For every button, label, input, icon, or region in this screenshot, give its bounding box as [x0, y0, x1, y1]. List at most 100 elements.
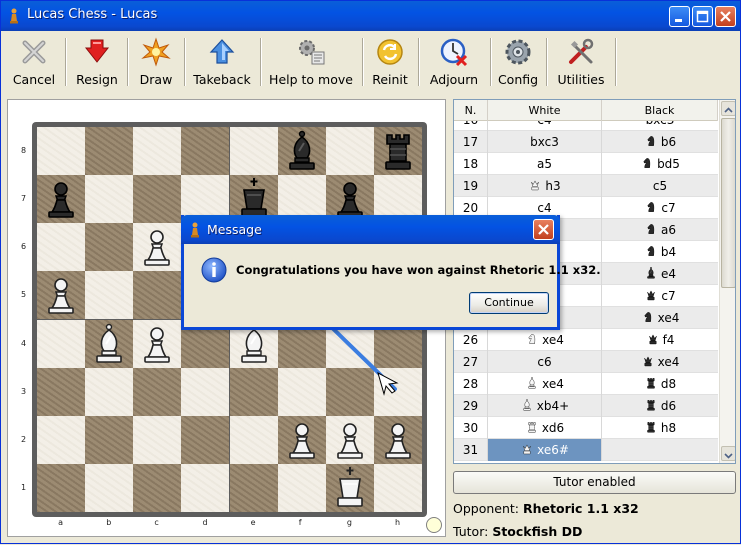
white-move[interactable]: a5 [488, 153, 602, 175]
black-pawn-a7[interactable] [37, 175, 85, 223]
square-d3[interactable] [181, 367, 230, 416]
square-a2[interactable] [37, 415, 86, 464]
scroll-down-arrow[interactable] [721, 446, 735, 461]
adjourn-button[interactable]: Adjourn [424, 34, 484, 90]
square-e8[interactable] [229, 127, 278, 176]
white-move[interactable]: c6 [488, 351, 602, 373]
white-bishop-b4[interactable] [85, 320, 133, 368]
square-h1[interactable] [373, 463, 422, 512]
black-move[interactable] [602, 439, 718, 461]
square-b8[interactable] [85, 127, 134, 176]
square-b6[interactable] [85, 223, 134, 272]
black-move[interactable]: a6 [602, 219, 718, 241]
white-pawn-g2[interactable] [326, 416, 374, 464]
square-b2[interactable] [85, 415, 134, 464]
square-g3[interactable] [325, 367, 374, 416]
square-b5[interactable] [85, 271, 134, 320]
move-row[interactable]: 18 a5 bd5 [454, 153, 718, 175]
square-e1[interactable] [229, 463, 278, 512]
square-b1[interactable] [85, 463, 134, 512]
black-move[interactable]: d8 [602, 373, 718, 395]
black-move[interactable]: d6 [602, 395, 718, 417]
white-king-g1[interactable] [326, 464, 374, 512]
black-move[interactable]: bxc3 [602, 121, 718, 131]
square-f3[interactable] [277, 367, 326, 416]
white-move[interactable]: c4 [488, 121, 602, 131]
move-row[interactable]: 31 xe6# [454, 439, 718, 461]
black-move[interactable]: c7 [602, 197, 718, 219]
black-move[interactable]: xe4 [602, 351, 718, 373]
square-a3[interactable] [37, 367, 86, 416]
black-move[interactable]: b6 [602, 131, 718, 153]
square-c2[interactable] [133, 415, 182, 464]
white-move[interactable]: xe6# [488, 439, 602, 461]
move-row[interactable]: 30 xd6 h8 [454, 417, 718, 439]
black-move[interactable]: xe4 [602, 307, 718, 329]
continue-button[interactable]: Continue [469, 292, 549, 314]
white-pawn-a5[interactable] [37, 271, 85, 319]
black-rook-h8[interactable] [374, 127, 422, 175]
white-move[interactable]: bxc3 [488, 131, 602, 153]
black-move[interactable]: b4 [602, 241, 718, 263]
black-move[interactable]: f4 [602, 329, 718, 351]
move-row[interactable]: 16 c4 bxc3 [454, 121, 718, 131]
dialog-title-bar[interactable]: Message [181, 215, 560, 244]
header-white[interactable]: White [488, 100, 602, 121]
maximize-button[interactable] [692, 6, 713, 27]
help-to-move-button[interactable]: Help to move [266, 34, 356, 90]
square-e3[interactable] [229, 367, 278, 416]
config-button[interactable]: Config [496, 34, 540, 90]
move-row[interactable]: 26 xe4 f4 [454, 329, 718, 351]
white-pawn-f2[interactable] [278, 416, 326, 464]
white-move[interactable]: h3 [488, 175, 602, 197]
scroll-up-arrow[interactable] [721, 101, 735, 116]
square-d8[interactable] [181, 127, 230, 176]
dialog-close-button[interactable] [533, 219, 554, 240]
square-c7[interactable] [133, 175, 182, 224]
reinit-button[interactable]: Reinit [368, 34, 412, 90]
square-b3[interactable] [85, 367, 134, 416]
square-c3[interactable] [133, 367, 182, 416]
square-a8[interactable] [37, 127, 86, 176]
scroll-thumb[interactable] [721, 118, 735, 288]
square-g8[interactable] [325, 127, 374, 176]
draw-button[interactable]: Draw [133, 34, 179, 90]
square-a1[interactable] [37, 463, 86, 512]
header-number[interactable]: N. [454, 100, 488, 121]
white-pawn-c4[interactable] [133, 320, 181, 368]
white-pawn-h2[interactable] [374, 416, 422, 464]
move-list-scrollbar[interactable] [719, 100, 735, 463]
black-move[interactable]: bd5 [602, 153, 718, 175]
square-e2[interactable] [229, 415, 278, 464]
move-row[interactable]: 19 h3 c5 [454, 175, 718, 197]
square-c1[interactable] [133, 463, 182, 512]
black-move[interactable]: e4 [602, 263, 718, 285]
white-move[interactable]: xb4+ [488, 395, 602, 417]
square-b7[interactable] [85, 175, 134, 224]
move-row[interactable]: 29 xb4+ d6 [454, 395, 718, 417]
move-row[interactable]: 28 xe4 d8 [454, 373, 718, 395]
black-move[interactable]: h8 [602, 417, 718, 439]
title-bar[interactable]: Lucas Chess - Lucas [1, 1, 740, 31]
white-move[interactable]: xe4 [488, 373, 602, 395]
square-a4[interactable] [37, 319, 86, 368]
white-move[interactable]: xd6 [488, 417, 602, 439]
square-d2[interactable] [181, 415, 230, 464]
header-black[interactable]: Black [602, 100, 718, 121]
resign-button[interactable]: Resign [71, 34, 123, 90]
square-c5[interactable] [133, 271, 182, 320]
cancel-button[interactable]: Cancel [7, 34, 61, 90]
move-row[interactable]: 27 c6 xe4 [454, 351, 718, 373]
tutor-enabled-button[interactable]: Tutor enabled [453, 471, 736, 494]
utilities-button[interactable]: Utilities [552, 34, 610, 90]
white-move[interactable]: xe4 [488, 329, 602, 351]
move-row[interactable]: 17 bxc3 b6 [454, 131, 718, 153]
black-bishop-f8[interactable] [278, 127, 326, 175]
square-d1[interactable] [181, 463, 230, 512]
close-button[interactable] [715, 6, 736, 27]
square-f1[interactable] [277, 463, 326, 512]
square-a6[interactable] [37, 223, 86, 272]
black-move[interactable]: c5 [602, 175, 718, 197]
square-c8[interactable] [133, 127, 182, 176]
black-move[interactable]: c7 [602, 285, 718, 307]
